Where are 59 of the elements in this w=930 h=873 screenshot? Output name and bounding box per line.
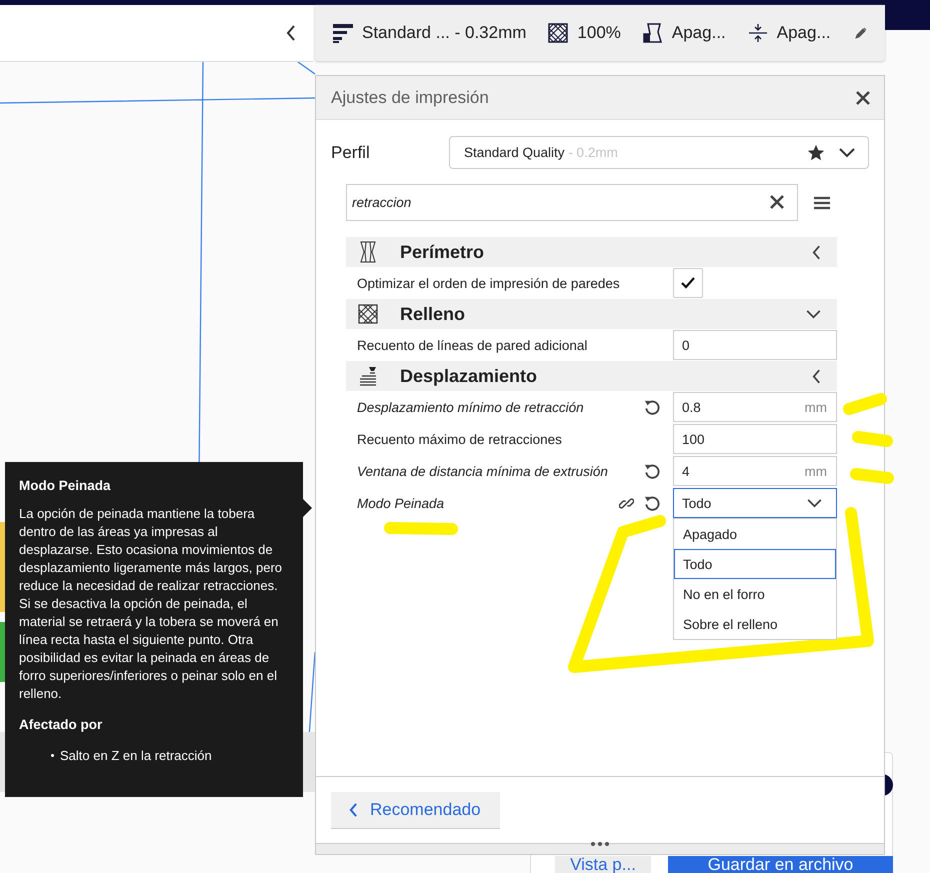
dropdown-option[interactable]: Sobre el relleno: [674, 609, 836, 639]
adhesion-icon: [748, 23, 768, 43]
checkbox[interactable]: [673, 268, 703, 298]
adhesion-summary: Apag...: [776, 23, 831, 43]
profile-dropdown[interactable]: Standard Quality - 0.2mm: [449, 136, 869, 169]
number-field[interactable]: 0.8 mm: [673, 392, 837, 422]
setting-label: Recuento máximo de retracciones: [357, 432, 563, 446]
highlighter-stroke: [850, 468, 894, 484]
search-field[interactable]: retraccion: [346, 184, 798, 221]
highlighter-stroke: [852, 431, 893, 447]
reset-icon[interactable]: [644, 462, 661, 480]
recommended-button[interactable]: Recomendado: [331, 792, 500, 828]
dropdown-option[interactable]: Todo: [674, 549, 836, 579]
tooltip-text: La opción de peinada mantiene la tobera dentro de las áreas ya impresas al desplazarse. Esto ocasiona movimientos de desplazamiento ligeramente más largos, pero reduce la necesidad de realizar retracciones. Si se desactiva la opción de peinada, el material se retraerá y la tobera se moverá en línea recta hasta el siguiente punto. Otra posibilidad es evitar la peinada en áreas de forro superiores/inferiores o peinar solo en el relleno.: [19, 505, 284, 703]
panel-title: Ajustes de impresión: [331, 88, 489, 108]
affected-setting: Salto en Z en la retracción: [60, 748, 212, 763]
setting-label: Optimizar el orden de impresión de paredes: [357, 276, 621, 290]
profile-summary: Standard ... - 0.32mm: [362, 23, 526, 43]
close-icon[interactable]: [856, 90, 870, 104]
profile-icon: [333, 23, 353, 43]
setting-label: Desplazamiento mínimo de retracción: [357, 400, 585, 414]
number-field[interactable]: 0: [673, 330, 837, 360]
reset-icon[interactable]: [644, 494, 661, 512]
highlighter-stroke: [843, 393, 887, 415]
pencil-icon[interactable]: [855, 27, 867, 39]
clear-icon[interactable]: [770, 195, 784, 209]
save-button[interactable]: Guardar en archivo: [668, 856, 893, 873]
chevron-left-icon: [349, 802, 358, 816]
print-summary-bar[interactable]: Standard ... - 0.32mm 100% Apag... Apag...: [315, 5, 885, 61]
dropdown-option[interactable]: Apagado: [674, 519, 836, 549]
nozzle-icon: [358, 366, 378, 386]
chevron-left-icon[interactable]: [286, 25, 296, 41]
chevron-down-icon: [807, 498, 822, 508]
perimeter-icon: [358, 241, 378, 263]
bullet-icon: [51, 754, 54, 757]
section-header[interactable]: Perímetro: [346, 237, 837, 267]
resize-handle[interactable]: [316, 843, 884, 854]
setting-label: Ventana de distancia mínima de extrusión: [357, 464, 609, 478]
section-header[interactable]: Desplazamiento: [346, 361, 837, 391]
star-icon[interactable]: [807, 144, 825, 162]
setting-label: Recuento de líneas de pared adicional: [357, 338, 588, 352]
support-summary: Apag...: [672, 23, 726, 43]
setting-label: Modo Peinada: [357, 496, 446, 510]
profile-label: Perfil: [331, 142, 371, 162]
infill-icon: [548, 23, 568, 43]
tooltip-heading: Afectado por: [19, 717, 104, 732]
reset-icon[interactable]: [644, 398, 661, 416]
number-field[interactable]: 100: [673, 424, 837, 454]
number-field[interactable]: 4 mm: [673, 456, 837, 486]
support-icon: [642, 23, 663, 43]
chevron-down-icon: [839, 148, 855, 158]
dropdown-option[interactable]: No en el forro: [674, 579, 836, 609]
infill-icon: [358, 304, 378, 324]
tooltip-title: Modo Peinada: [19, 478, 112, 493]
combing-dropdown[interactable]: Todo: [673, 488, 837, 518]
infill-summary: 100%: [577, 23, 621, 43]
checkmark-icon: [681, 277, 695, 289]
menu-icon[interactable]: [814, 196, 830, 210]
section-header[interactable]: Relleno: [346, 299, 837, 329]
